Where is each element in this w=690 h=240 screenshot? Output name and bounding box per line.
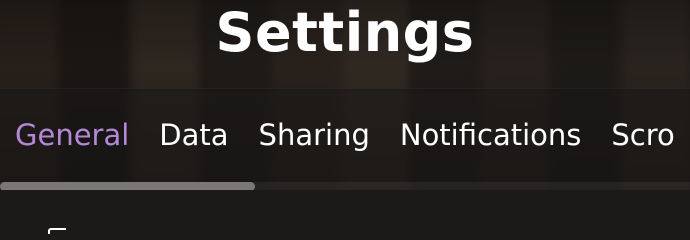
settings-screen: Settings General Data Sharing Notificati…: [0, 0, 690, 234]
tab-bar: General Data Sharing Notifications Scro: [0, 88, 690, 191]
page-title: Settings: [215, 1, 475, 64]
tab-list: General Data Sharing Notifications Scro: [15, 115, 675, 155]
tab-scrolling[interactable]: Scro: [611, 115, 674, 155]
header: Settings: [0, 0, 690, 88]
tab-notifications[interactable]: Notifications: [400, 115, 582, 155]
tab-data[interactable]: Data: [159, 115, 228, 155]
tab-general[interactable]: General: [15, 115, 129, 155]
tab-sharing[interactable]: Sharing: [259, 115, 370, 155]
settings-content: [0, 190, 690, 234]
first-setting-icon: [40, 226, 70, 234]
